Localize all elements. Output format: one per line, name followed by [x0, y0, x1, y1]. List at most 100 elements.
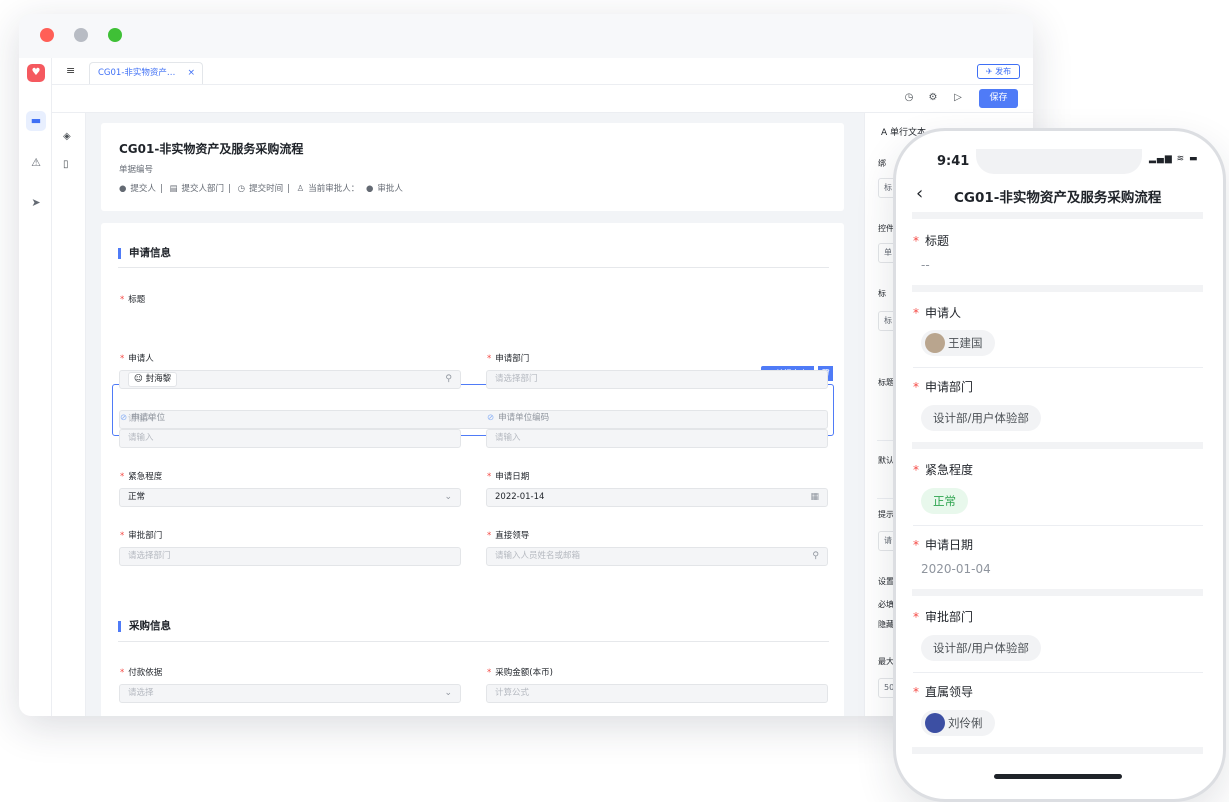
phone-approve-dept-tag: 设计部/用户体验部	[921, 635, 1041, 661]
alert-icon[interactable]: ⚠	[26, 153, 46, 173]
avatar	[925, 332, 945, 353]
prop-label: 标	[878, 289, 886, 298]
preview-icon[interactable]: ▷	[952, 92, 964, 104]
meta-approver-label: 当前审批人：	[308, 184, 360, 194]
field-label-unit-code: ⊘ 申请单位编码	[487, 413, 550, 423]
phone-dept-tag: 设计部/用户体验部	[921, 405, 1041, 431]
phone-notch	[976, 149, 1142, 174]
title-input[interactable]: 请输入	[119, 410, 828, 429]
file-settings-icon[interactable]: ▯	[63, 159, 69, 170]
field-label-title: * 标题	[120, 295, 146, 305]
prop-label: 必填	[878, 600, 894, 609]
unit-input[interactable]: 请输入	[119, 429, 461, 448]
prop-label: 隐藏	[878, 620, 894, 629]
prop-label: 控件	[878, 224, 894, 233]
tab-bar: ≡ CG01-非实物资产… × ✈ 发布	[52, 58, 1033, 85]
doc-number: 单据编号	[119, 165, 154, 175]
field-label-date: * 申请日期	[487, 472, 530, 482]
prop-label: 最大	[878, 657, 894, 666]
field-label-leader: * 直接领导	[487, 531, 530, 541]
section-gap	[912, 442, 1203, 449]
close-window-button[interactable]	[40, 28, 54, 42]
section-title-apply: 申请信息	[118, 248, 171, 259]
phone-field-label: * 标题	[913, 234, 950, 248]
date-input[interactable]: 2022-01-14 ▦	[486, 488, 828, 507]
divider	[913, 525, 1203, 526]
form-header-card: CG01-非实物资产及服务采购流程 单据编号 ● 提交人 | ▤ 提交人部门 | ◷ 提交…	[101, 123, 844, 211]
field-label-applicant: * 申请人	[120, 354, 154, 364]
prop-label: 提示	[878, 510, 894, 519]
gear-icon[interactable]: ⚙	[927, 92, 939, 104]
heart-logo-icon: ♥	[27, 64, 45, 82]
back-icon[interactable]: ‹	[916, 183, 923, 204]
unit-code-input[interactable]: 请输入	[486, 429, 828, 448]
history-icon[interactable]: ◷	[903, 92, 915, 104]
avatar-icon: ●	[366, 184, 374, 194]
approve-dept-select[interactable]: 请选择部门	[119, 547, 461, 566]
phone-field-label: * 申请部门	[913, 380, 974, 394]
dept-icon: ▤	[169, 184, 178, 194]
layers-icon[interactable]: ◈	[63, 131, 71, 142]
section-gap	[912, 747, 1203, 754]
phone-field-value: --	[921, 258, 930, 272]
meta-approver: 审批人	[377, 184, 403, 194]
phone-person-chip[interactable]: 王建国	[921, 330, 995, 356]
form-title: CG01-非实物资产及服务采购流程	[119, 142, 304, 156]
app-rail: ♥ ▬ ⚠ ➤	[19, 58, 52, 716]
meta-time: 提交时间	[249, 184, 284, 194]
phone-person-chip[interactable]: 刘伶俐	[921, 710, 995, 736]
chevron-down-icon: ⌄	[444, 492, 452, 502]
link-icon: ⊘	[120, 413, 128, 423]
phone-field-value: 2020-01-04	[921, 562, 991, 576]
send-icon[interactable]: ➤	[26, 193, 46, 213]
avatar-icon: ●	[119, 184, 127, 194]
divider	[913, 672, 1203, 673]
section-gap	[912, 285, 1203, 292]
menu-icon[interactable]: ≡	[66, 64, 75, 77]
field-label-amount: * 采购金额(本币)	[487, 668, 553, 678]
link-icon: ⊘	[487, 413, 495, 423]
window-titlebar	[19, 14, 1033, 58]
field-label-unit: ⊘ 申请单位	[120, 413, 166, 423]
tab-label: CG01-非实物资产…	[98, 68, 176, 78]
leader-input[interactable]: 请输入人员姓名或邮箱 ⚲	[486, 547, 828, 566]
field-label-dept: * 申请部门	[487, 354, 530, 364]
prop-label: 标题	[878, 378, 894, 387]
basis-select[interactable]: 请选择 ⌄	[119, 684, 461, 703]
divider	[118, 641, 829, 642]
section-gap	[912, 589, 1203, 596]
applicant-chip[interactable]: ☺ 封海黎	[128, 372, 178, 387]
editor-toolbar: ◷ ⚙ ▷ 保存	[52, 85, 1033, 113]
section-gap	[912, 212, 1203, 219]
home-indicator	[994, 774, 1122, 779]
phone-urgency-tag: 正常	[921, 488, 968, 514]
applicant-input[interactable]: ☺ 封海黎 ⚲	[119, 370, 461, 389]
clock-icon: ◷	[237, 184, 246, 194]
form-meta: ● 提交人 | ▤ 提交人部门 | ◷ 提交时间 | ♙ 当前审批人： ● 审批人	[119, 184, 403, 194]
tab-close-icon[interactable]: ×	[187, 63, 195, 84]
save-button[interactable]: 保存	[979, 89, 1018, 108]
calendar-icon[interactable]: ▦	[810, 489, 819, 506]
folder-icon[interactable]: ▬	[26, 111, 46, 131]
field-label-urgency: * 紧急程度	[120, 472, 163, 482]
tab-cg01[interactable]: CG01-非实物资产… ×	[89, 62, 203, 84]
phone-field-label: * 审批部门	[913, 610, 974, 624]
chevron-down-icon: ⌄	[444, 688, 452, 698]
maximize-window-button[interactable]	[108, 28, 122, 42]
publish-button[interactable]: ✈ 发布	[977, 64, 1020, 79]
urgency-select[interactable]: 正常 ⌄	[119, 488, 461, 507]
phone-field-label: * 申请日期	[913, 538, 974, 552]
search-icon[interactable]: ⚲	[812, 548, 819, 565]
minimize-window-button[interactable]	[74, 28, 88, 42]
user-icon: ☺	[134, 374, 146, 384]
search-icon[interactable]: ⚲	[445, 371, 452, 388]
phone-title: CG01-非实物资产及服务采购流程	[954, 190, 1162, 206]
phone-field-label: * 申请人	[913, 306, 962, 320]
prop-label: 设置	[878, 577, 894, 586]
amount-input[interactable]: 计算公式	[486, 684, 828, 703]
prop-label: 默认	[878, 456, 894, 465]
section-title-purchase: 采购信息	[118, 621, 171, 632]
phone-time: 9:41	[937, 154, 970, 169]
component-panel: ◈ ▯	[52, 113, 86, 716]
dept-select[interactable]: 请选择部门	[486, 370, 828, 389]
